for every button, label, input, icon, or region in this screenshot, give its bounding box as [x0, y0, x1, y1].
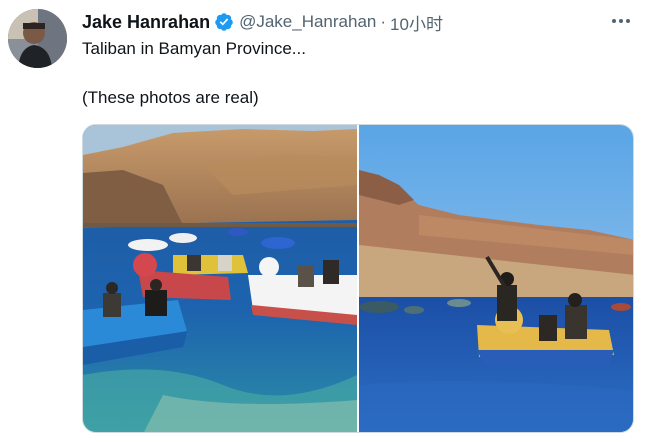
- tweet-header: Jake Hanrahan @Jake_Hanrahan · 10小时: [82, 10, 443, 34]
- photo-1[interactable]: [83, 125, 357, 432]
- more-options-icon[interactable]: [608, 10, 634, 32]
- tweet: Jake Hanrahan @Jake_Hanrahan · 10小时 Tali…: [0, 0, 650, 443]
- avatar[interactable]: [8, 9, 67, 68]
- separator-dot: ·: [380, 12, 387, 31]
- photo-2[interactable]: [359, 125, 633, 432]
- tweet-text-line-1: Taliban in Bamyan Province...: [82, 39, 306, 58]
- timestamp[interactable]: 10小时: [390, 10, 443, 35]
- verified-badge-icon: [214, 12, 234, 32]
- avatar-image: [8, 9, 67, 68]
- display-name[interactable]: Jake Hanrahan: [82, 12, 210, 33]
- tweet-media: [82, 124, 634, 433]
- tweet-text-line-2: (These photos are real): [82, 88, 259, 107]
- user-handle[interactable]: @Jake_Hanrahan: [239, 12, 376, 32]
